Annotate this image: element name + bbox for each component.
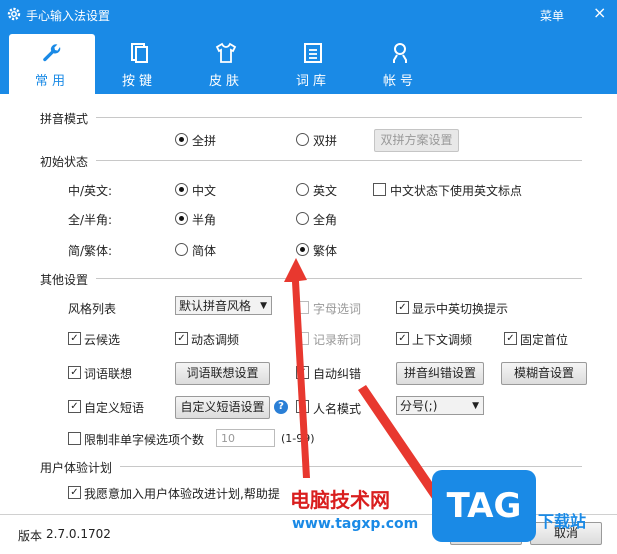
- checkbox-cn-english-punct[interactable]: [373, 183, 386, 196]
- traditional-label: 繁体: [313, 244, 338, 258]
- word-assoc-settings-button[interactable]: 词语联想设置: [175, 362, 270, 385]
- checkbox-dynamic-freq[interactable]: ✓: [175, 332, 188, 345]
- record-new-label: 记录新词: [313, 333, 362, 347]
- tab-skin[interactable]: 皮肤: [183, 30, 269, 94]
- version-label: 版本: [18, 529, 43, 543]
- radio-traditional[interactable]: [296, 243, 309, 256]
- full-pinyin-label: 全拼: [192, 134, 217, 148]
- checkbox-auto-correct[interactable]: ✓: [296, 366, 309, 379]
- tab-label: 词库: [295, 74, 330, 89]
- checkbox-cloud[interactable]: ✓: [68, 332, 81, 345]
- chinese-label: 中文: [192, 184, 217, 198]
- tab-label: 皮肤: [208, 74, 243, 89]
- user-icon: [393, 43, 407, 63]
- checkbox-limit-candidates[interactable]: [68, 432, 81, 445]
- section-other-settings: 其他设置: [40, 273, 89, 287]
- tab-label: 常用: [34, 74, 69, 89]
- style-select-value: 默认拼音风格: [179, 299, 252, 313]
- chevron-down-icon: ▼: [472, 401, 479, 411]
- section-initial-state: 初始状态: [40, 155, 89, 169]
- letter-candidates-label: 字母选词: [313, 302, 362, 316]
- divider: [96, 117, 582, 118]
- radio-full-pinyin[interactable]: [175, 133, 188, 146]
- watermark-side: 下载站: [538, 512, 587, 531]
- section-pinyin-mode: 拼音模式: [40, 112, 89, 126]
- checkbox-letter-candidates[interactable]: [296, 301, 309, 314]
- radio-double-pinyin[interactable]: [296, 133, 309, 146]
- menu-button[interactable]: 菜单: [540, 7, 564, 24]
- chevron-down-icon: ▼: [260, 301, 267, 311]
- checkbox-word-assoc[interactable]: ✓: [68, 366, 81, 379]
- title-bar: 手心输入法设置 菜单 ×: [0, 0, 617, 30]
- english-label: 英文: [313, 184, 338, 198]
- divider: [120, 466, 582, 467]
- section-ux-plan: 用户体验计划: [40, 461, 113, 475]
- gear-icon: [7, 7, 21, 21]
- half-width-label: 半角: [192, 213, 217, 227]
- window-title: 手心输入法设置: [26, 9, 111, 23]
- tab-common[interactable]: 常用: [9, 34, 95, 94]
- style-list-label: 风格列表: [68, 302, 117, 316]
- checkbox-custom-phrase[interactable]: ✓: [68, 400, 81, 413]
- pinyin-correct-settings-button[interactable]: 拼音纠错设置: [396, 362, 484, 385]
- checkbox-ux-plan[interactable]: ✓: [68, 486, 81, 499]
- version-number: 2.7.0.1702: [46, 527, 111, 541]
- name-mode-select[interactable]: 分号(;) ▼: [396, 396, 484, 415]
- fuzzy-settings-button[interactable]: 模糊音设置: [501, 362, 587, 385]
- radio-english[interactable]: [296, 183, 309, 196]
- keyboard-icon: [131, 43, 148, 63]
- double-pinyin-label: 双拼: [313, 134, 338, 148]
- custom-phrase-label: 自定义短语: [84, 401, 145, 415]
- limit-candidates-label: 限制非单字候选项个数: [84, 433, 205, 447]
- show-switch-hint-label: 显示中英切换提示: [412, 302, 509, 316]
- custom-phrase-settings-button[interactable]: 自定义短语设置: [175, 396, 270, 419]
- tab-keys[interactable]: 按键: [96, 30, 182, 94]
- shirt-icon: [215, 42, 237, 63]
- radio-chinese[interactable]: [175, 183, 188, 196]
- dynamic-freq-label: 动态调频: [191, 333, 240, 347]
- radio-simplified[interactable]: [175, 243, 188, 256]
- cloud-label: 云候选: [84, 333, 121, 347]
- checkbox-show-switch-hint[interactable]: ✓: [396, 301, 409, 314]
- checkbox-record-new[interactable]: [296, 332, 309, 345]
- script-label: 简/繁体:: [68, 244, 113, 258]
- full-width-label: 全角: [313, 213, 338, 227]
- limit-candidates-input[interactable]: 10: [216, 429, 275, 447]
- fixed-first-label: 固定首位: [520, 333, 569, 347]
- cn-english-punct-label: 中文状态下使用英文标点: [390, 184, 523, 198]
- book-icon: [304, 43, 322, 63]
- watermark-logo: TAG: [432, 470, 536, 542]
- close-button[interactable]: ×: [593, 5, 606, 21]
- style-select[interactable]: 默认拼音风格 ▼: [175, 296, 272, 315]
- tab-account[interactable]: 帐号: [357, 30, 443, 94]
- radio-full-width[interactable]: [296, 212, 309, 225]
- simplified-label: 简体: [192, 244, 217, 258]
- help-icon[interactable]: ?: [274, 400, 288, 414]
- radio-half-width[interactable]: [175, 212, 188, 225]
- double-scheme-button[interactable]: 双拼方案设置: [374, 129, 459, 152]
- word-assoc-label: 词语联想: [84, 367, 133, 381]
- checkbox-name-mode[interactable]: ✓: [296, 400, 309, 413]
- divider: [96, 160, 582, 161]
- checkbox-context-freq[interactable]: ✓: [396, 332, 409, 345]
- watermark-url: www.tagxp.com: [292, 516, 419, 532]
- auto-correct-label: 自动纠错: [313, 367, 362, 381]
- tab-label: 按键: [121, 74, 156, 89]
- tab-label: 帐号: [382, 74, 417, 89]
- name-mode-label: 人名模式: [313, 402, 362, 416]
- ux-plan-label: 我愿意加入用户体验改进计划,帮助提: [84, 487, 280, 501]
- watermark-site: 电脑技术网: [290, 488, 390, 512]
- width-label: 全/半角:: [68, 213, 113, 227]
- checkbox-fixed-first[interactable]: ✓: [504, 332, 517, 345]
- limit-range-label: (1-99): [281, 432, 315, 445]
- wrench-icon: [43, 44, 61, 62]
- name-mode-select-value: 分号(;): [400, 399, 438, 413]
- context-freq-label: 上下文调频: [412, 333, 473, 347]
- divider: [96, 278, 582, 279]
- tab-bar: 常用 按键 皮肤 词库 帐号: [0, 30, 617, 94]
- cn-en-label: 中/英文:: [68, 184, 113, 198]
- tab-dictionary[interactable]: 词库: [270, 30, 356, 94]
